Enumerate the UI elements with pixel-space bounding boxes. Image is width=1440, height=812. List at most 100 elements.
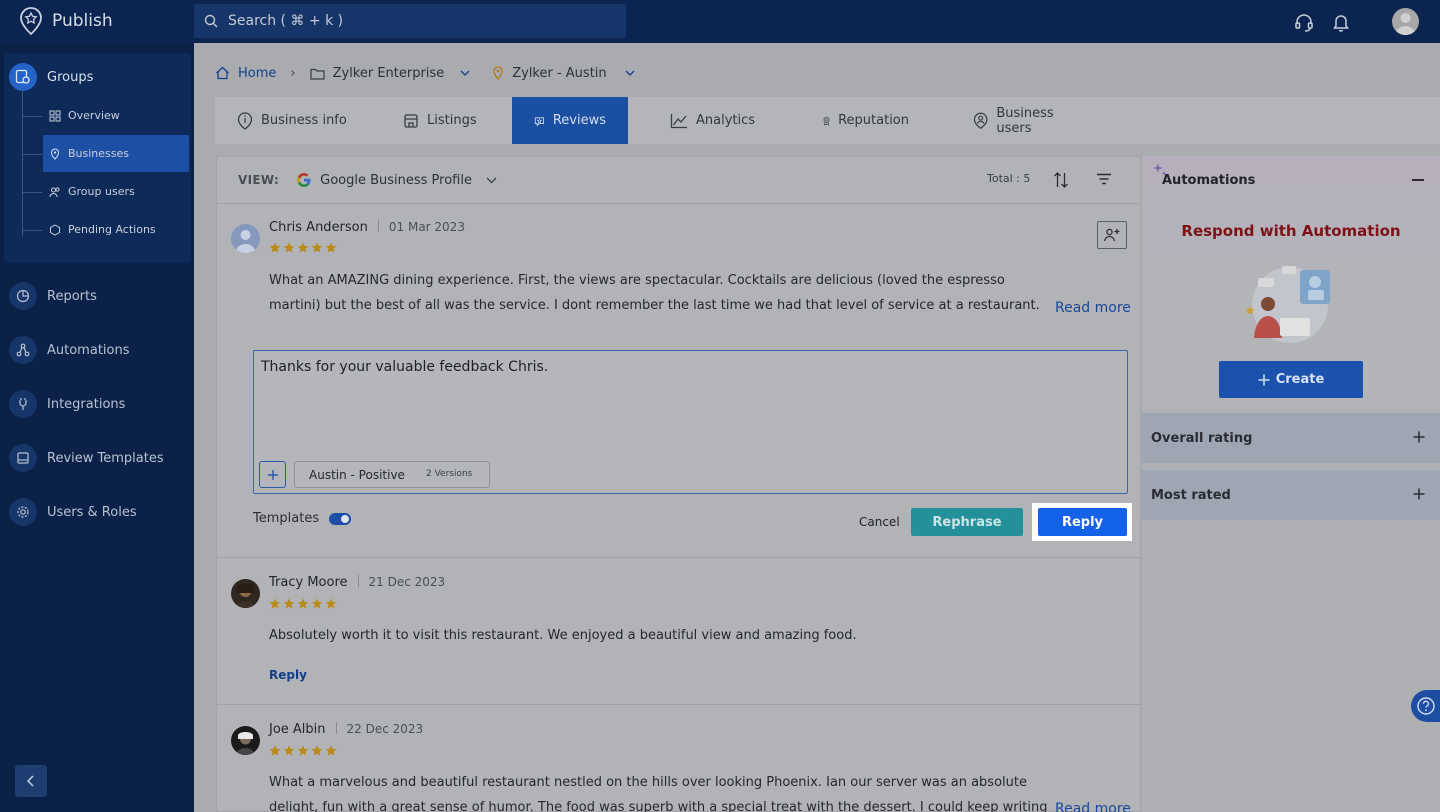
badge-icon <box>823 116 830 126</box>
star-icon <box>297 745 309 756</box>
plus-icon[interactable] <box>1413 431 1425 443</box>
plug-icon <box>9 390 37 418</box>
breadcrumb-org[interactable]: Zylker Enterprise <box>333 66 445 81</box>
folder-icon <box>309 68 325 80</box>
star-icon <box>325 745 337 756</box>
star-icon <box>297 242 309 253</box>
assign-user-button[interactable] <box>1097 221 1127 249</box>
bell-icon[interactable] <box>1330 11 1352 33</box>
read-more-link[interactable]: Read more <box>1055 300 1131 316</box>
tab-label: Reputation <box>838 113 909 128</box>
most-rated-accordion[interactable]: Most rated <box>1142 470 1440 520</box>
collapse-sidebar-button[interactable] <box>15 765 47 797</box>
automation-icon <box>9 336 37 364</box>
create-automation-button[interactable]: Create <box>1219 361 1363 398</box>
sidebar-item-label: Groups <box>47 69 94 85</box>
filter-icon[interactable] <box>1096 173 1112 185</box>
sidebar-subitem-businesses[interactable]: Businesses <box>43 135 189 172</box>
sidebar-item-users-roles[interactable]: Users & Roles <box>9 497 189 527</box>
cancel-button[interactable]: Cancel <box>859 515 900 529</box>
sidebar-item-groups[interactable]: Groups <box>9 62 189 92</box>
sidebar-subitem-pending-actions[interactable]: Pending Actions <box>43 211 189 248</box>
brand[interactable]: Publish <box>18 6 113 36</box>
sidebar-item-label: Users & Roles <box>47 504 137 520</box>
info-icon <box>237 111 253 130</box>
chevron-down-icon[interactable] <box>625 70 635 77</box>
star-icon <box>283 242 295 253</box>
sidebar-subitem-group-users[interactable]: Group users <box>43 173 189 210</box>
sidebar-item-integrations[interactable]: Integrations <box>9 389 189 419</box>
plus-icon <box>267 469 278 480</box>
user-avatar[interactable] <box>1392 8 1419 35</box>
star-icon <box>269 745 281 756</box>
tab-listings[interactable]: Listings <box>381 97 512 144</box>
sidebar-item-automations[interactable]: Automations <box>9 335 189 365</box>
sidebar-item-review-templates[interactable]: Review Templates <box>9 443 189 473</box>
hexagon-icon <box>50 223 60 236</box>
reviewer-avatar <box>231 579 260 608</box>
reviews-panel: VIEW: Google Business Profile Total : 5 … <box>216 156 1142 812</box>
review-text: Absolutely worth it to visit this restau… <box>269 628 857 643</box>
star-rating <box>269 598 337 610</box>
tab-label: Business info <box>261 113 347 128</box>
sidebar-subitem-label: Overview <box>68 109 120 122</box>
tab-reputation[interactable]: Reputation <box>781 97 931 144</box>
breadcrumb-location[interactable]: Zylker - Austin <box>512 66 606 81</box>
search-icon <box>204 14 218 28</box>
reviewer-name: Joe Albin <box>269 722 326 737</box>
headset-icon[interactable] <box>1293 11 1315 33</box>
store-icon <box>404 113 418 128</box>
view-source-select[interactable]: Google Business Profile <box>320 173 472 188</box>
rephrase-button[interactable]: Rephrase <box>911 508 1023 536</box>
breadcrumb-home-link[interactable]: Home <box>238 66 276 81</box>
tree-line <box>22 88 23 236</box>
tab-business-users[interactable]: Business users <box>931 97 1111 144</box>
breadcrumb-separator: › <box>290 65 296 81</box>
template-versions[interactable]: 2 Versions <box>426 469 472 479</box>
sidebar: Groups Overview Businesses Group users P… <box>0 43 194 812</box>
plus-icon[interactable] <box>1413 488 1425 500</box>
search-bar[interactable]: Search ( ⌘ + k ) <box>194 4 626 38</box>
overall-rating-accordion[interactable]: Overall rating <box>1142 413 1440 463</box>
review-date: 21 Dec 2023 <box>368 575 446 589</box>
sidebar-item-reports[interactable]: Reports <box>9 281 189 311</box>
reply-link[interactable]: Reply <box>269 668 307 682</box>
reply-button[interactable]: Reply <box>1038 508 1127 536</box>
star-icon <box>311 242 323 253</box>
minimize-icon[interactable] <box>1412 179 1424 181</box>
tab-business-info[interactable]: Business info <box>215 97 381 144</box>
reply-input[interactable]: Thanks for your valuable feedback Chris. <box>261 359 548 375</box>
chevron-down-icon[interactable] <box>486 177 497 184</box>
reviewer-avatar <box>231 726 260 755</box>
chevron-down-icon[interactable] <box>460 70 470 77</box>
reply-editor[interactable]: Thanks for your valuable feedback Chris.… <box>253 350 1128 494</box>
add-template-button[interactable] <box>259 461 286 488</box>
tab-label: Business users <box>996 105 1054 136</box>
right-panel: Automations Respond with Automation Crea… <box>1142 156 1440 812</box>
tab-label: Listings <box>427 113 477 128</box>
search-input[interactable]: Search ( ⌘ + k ) <box>228 13 343 29</box>
tab-analytics[interactable]: Analytics <box>628 97 781 144</box>
star-icon <box>283 745 295 756</box>
tab-reviews[interactable]: Reviews <box>512 97 628 144</box>
sidebar-subitem-label: Pending Actions <box>68 223 156 236</box>
automations-title: Automations <box>1162 173 1256 188</box>
sort-icon[interactable] <box>1053 171 1069 189</box>
analytics-icon <box>670 113 687 128</box>
location-pin-icon <box>493 66 503 80</box>
reviewer-avatar <box>231 224 260 253</box>
read-more-link[interactable]: Read more <box>1055 801 1131 812</box>
sidebar-subitem-overview[interactable]: Overview <box>43 97 189 134</box>
review-card: Joe Albin 22 Dec 2023 What a marvelous an… <box>217 705 1142 812</box>
view-label: VIEW: <box>238 173 280 187</box>
templates-toggle[interactable] <box>329 512 352 525</box>
template-name: Austin - Positive <box>309 467 405 482</box>
automation-headline: Respond with Automation <box>1181 222 1401 240</box>
star-icon <box>325 598 337 609</box>
template-chip[interactable]: Austin - Positive 2 Versions <box>294 461 490 488</box>
location-pin-icon <box>50 147 60 160</box>
star-rating <box>269 745 337 757</box>
gear-icon <box>9 498 37 526</box>
help-button[interactable] <box>1411 690 1440 722</box>
plus-icon <box>1258 374 1270 385</box>
